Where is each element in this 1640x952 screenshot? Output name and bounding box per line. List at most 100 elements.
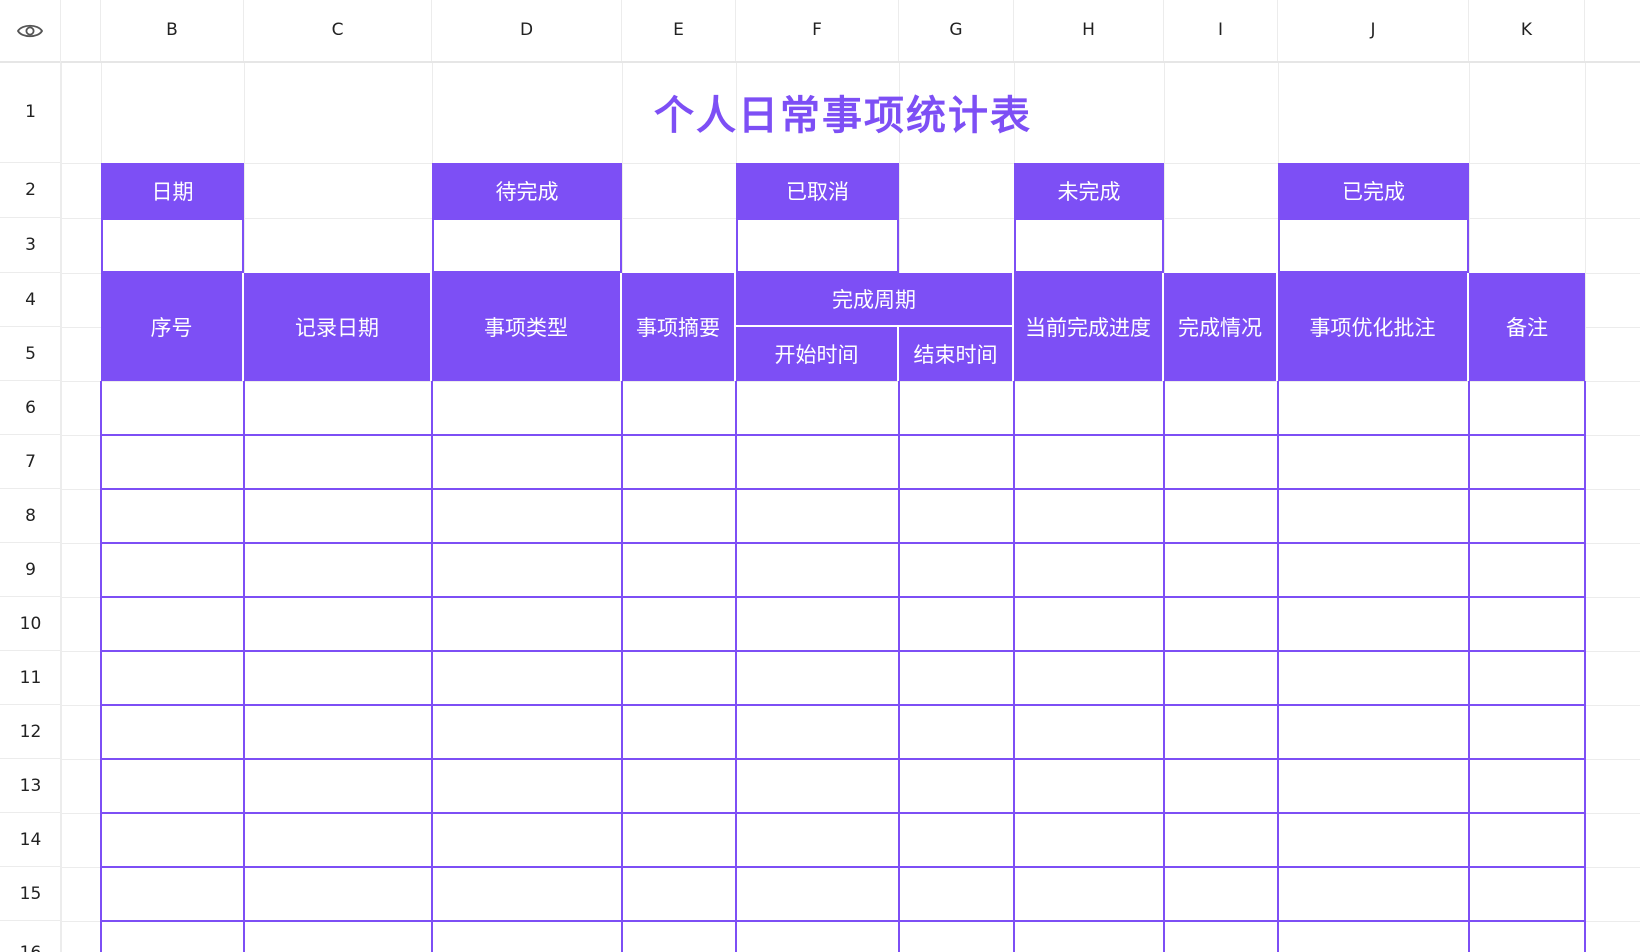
table-cell[interactable] [737,382,898,434]
table-cell[interactable] [433,760,621,812]
header-item-type[interactable]: 事项类型 [432,273,622,381]
row-header[interactable]: 2 [0,163,61,218]
table-cell[interactable] [1165,544,1277,596]
table-cell[interactable] [245,760,431,812]
header-item-summary[interactable]: 事项摘要 [622,273,736,381]
table-cell[interactable] [1279,706,1468,758]
row-header[interactable]: 1 [0,61,61,163]
table-cell[interactable] [1165,706,1277,758]
table-cell[interactable] [900,706,1013,758]
table-cell[interactable] [102,922,243,952]
table-cell[interactable] [245,706,431,758]
table-cell[interactable] [737,706,898,758]
table-cell[interactable] [1165,382,1277,434]
table-cell[interactable] [623,922,735,952]
table-cell[interactable] [900,814,1013,866]
column-header-d[interactable]: D [432,0,622,61]
table-cell[interactable] [102,598,243,650]
date-value-cell[interactable] [101,218,244,273]
header-end-time[interactable]: 结束时间 [899,327,1014,381]
table-cell[interactable] [1015,760,1163,812]
table-cell[interactable] [102,814,243,866]
header-seq[interactable]: 序号 [101,273,244,381]
row-header[interactable]: 5 [0,327,61,381]
table-cell[interactable] [1165,760,1277,812]
table-cell[interactable] [900,652,1013,704]
table-cell[interactable] [737,868,898,920]
column-header-e[interactable]: E [622,0,736,61]
header-record-date[interactable]: 记录日期 [244,273,432,381]
column-header-c[interactable]: C [244,0,432,61]
table-cell[interactable] [1015,382,1163,434]
row-header[interactable]: 14 [0,813,61,867]
cancelled-label-cell[interactable]: 已取消 [736,163,899,218]
header-start-time[interactable]: 开始时间 [736,327,899,381]
table-cell[interactable] [1165,652,1277,704]
row-header[interactable]: 8 [0,489,61,543]
table-cell[interactable] [245,382,431,434]
table-cell[interactable] [1279,760,1468,812]
table-cell[interactable] [1165,598,1277,650]
table-cell[interactable] [245,922,431,952]
column-header-j[interactable]: J [1278,0,1469,61]
table-cell[interactable] [1279,490,1468,542]
table-cell[interactable] [1470,814,1584,866]
table-cell[interactable] [1279,922,1468,952]
table-cell[interactable] [737,652,898,704]
column-header-b[interactable]: B [101,0,244,61]
row-header[interactable]: 10 [0,597,61,651]
table-cell[interactable] [102,436,243,488]
table-cell[interactable] [102,544,243,596]
table-cell[interactable] [623,436,735,488]
table-cell[interactable] [433,652,621,704]
header-progress[interactable]: 当前完成进度 [1014,273,1164,381]
header-completion-cycle[interactable]: 完成周期 [736,273,1014,327]
unfinished-value-cell[interactable] [1014,218,1164,273]
column-header-a[interactable] [61,0,101,61]
table-cell[interactable] [102,490,243,542]
header-remarks[interactable]: 备注 [1469,273,1585,381]
pending-label-cell[interactable]: 待完成 [432,163,622,218]
column-header-k[interactable]: K [1469,0,1585,61]
column-header-l[interactable] [1585,0,1640,61]
cancelled-value-cell[interactable] [736,218,899,273]
visibility-toggle-button[interactable] [0,0,61,61]
table-cell[interactable] [900,922,1013,952]
table-cell[interactable] [623,652,735,704]
row-header[interactable]: 13 [0,759,61,813]
table-cell[interactable] [900,544,1013,596]
table-cell[interactable] [1279,652,1468,704]
row-header[interactable]: 7 [0,435,61,489]
table-cell[interactable] [900,868,1013,920]
table-cell[interactable] [1470,490,1584,542]
table-cell[interactable] [900,436,1013,488]
table-cell[interactable] [245,436,431,488]
column-header-g[interactable]: G [899,0,1014,61]
table-cell[interactable] [245,814,431,866]
table-cell[interactable] [737,490,898,542]
table-cell[interactable] [1470,706,1584,758]
table-cell[interactable] [737,760,898,812]
table-cell[interactable] [737,922,898,952]
row-header[interactable]: 3 [0,218,61,273]
table-cell[interactable] [245,490,431,542]
table-cell[interactable] [1470,544,1584,596]
completed-value-cell[interactable] [1278,218,1469,273]
table-cell[interactable] [433,436,621,488]
unfinished-label-cell[interactable]: 未完成 [1014,163,1164,218]
table-cell[interactable] [433,814,621,866]
table-cell[interactable] [623,490,735,542]
table-cell[interactable] [623,382,735,434]
table-cell[interactable] [1015,814,1163,866]
table-cell[interactable] [245,598,431,650]
table-cell[interactable] [900,382,1013,434]
table-cell[interactable] [1165,814,1277,866]
table-cell[interactable] [1015,652,1163,704]
table-cell[interactable] [245,544,431,596]
table-cell[interactable] [102,706,243,758]
column-header-f[interactable]: F [736,0,899,61]
row-header[interactable]: 16 [0,921,61,952]
table-cell[interactable] [433,922,621,952]
table-cell[interactable] [623,868,735,920]
table-cell[interactable] [102,868,243,920]
